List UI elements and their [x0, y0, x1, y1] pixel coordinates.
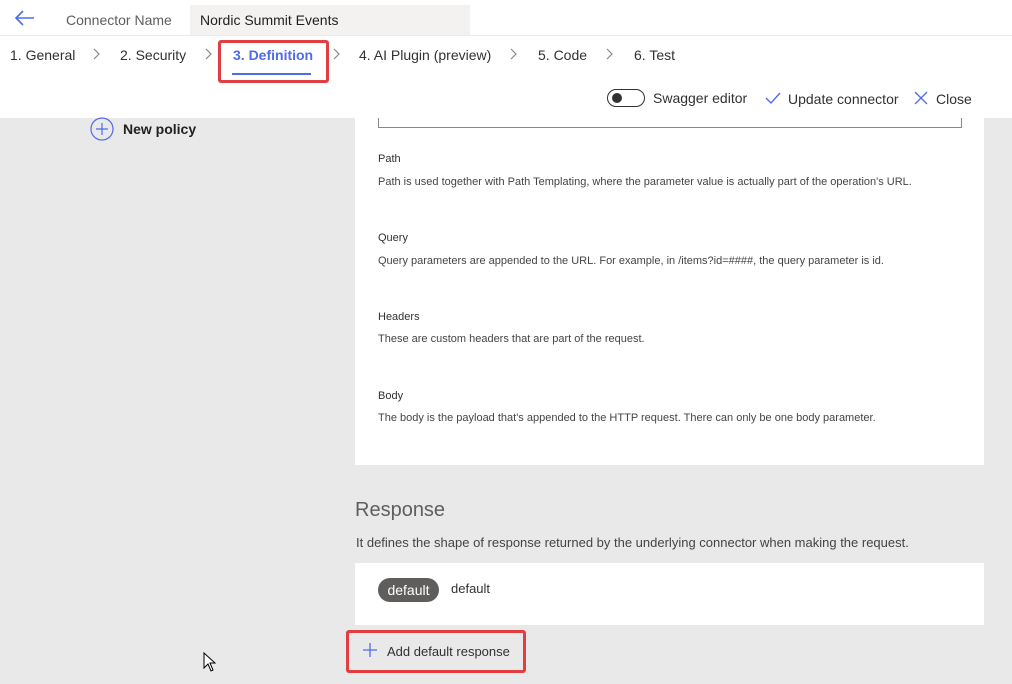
toggle-knob: [612, 93, 622, 103]
param-query-description: Query parameters are appended to the URL…: [378, 255, 884, 267]
param-headers-title: Headers: [378, 311, 420, 323]
param-path-description: Path is used together with Path Templati…: [378, 176, 912, 188]
param-headers-description: These are custom headers that are part o…: [378, 333, 645, 345]
tab-code[interactable]: 5. Code: [538, 47, 587, 63]
tab-ai-plugin[interactable]: 4. AI Plugin (preview): [359, 47, 491, 63]
tab-general[interactable]: 1. General: [10, 47, 75, 63]
header-divider: [0, 35, 1012, 36]
chevron-right-icon: [205, 48, 212, 60]
close-button[interactable]: Close: [936, 91, 972, 107]
response-description: It defines the shape of response returne…: [356, 535, 909, 550]
chevron-right-icon: [333, 48, 340, 60]
code-field[interactable]: [378, 118, 962, 128]
response-default-label: default: [451, 581, 491, 596]
update-connector-button[interactable]: Update connector: [788, 91, 899, 107]
mouse-cursor-icon: [203, 652, 217, 672]
swagger-editor-toggle[interactable]: [607, 89, 645, 107]
param-body-title: Body: [378, 390, 404, 402]
tab-definition-highlight: [218, 40, 329, 83]
param-query-title: Query: [378, 232, 408, 244]
chevron-right-icon: [606, 48, 613, 60]
add-default-response-label[interactable]: Add default response: [387, 644, 510, 659]
param-body-description: The body is the payload that's appended …: [378, 412, 876, 424]
connector-name-label: Connector Name: [66, 12, 172, 28]
new-policy-button[interactable]: New policy: [123, 121, 196, 137]
param-path-title: Path: [378, 153, 401, 165]
response-heading: Response: [355, 499, 446, 521]
tab-test[interactable]: 6. Test: [634, 47, 675, 63]
add-circle-icon[interactable]: [90, 117, 114, 141]
close-icon[interactable]: [914, 91, 928, 105]
back-arrow-icon[interactable]: [14, 8, 36, 28]
response-card: [355, 563, 984, 625]
plus-icon[interactable]: [362, 642, 378, 658]
response-default-pill[interactable]: default: [378, 578, 439, 602]
chevron-right-icon: [510, 48, 517, 60]
chevron-right-icon: [93, 48, 100, 60]
tab-security[interactable]: 2. Security: [120, 47, 186, 63]
swagger-editor-label[interactable]: Swagger editor: [653, 90, 747, 106]
connector-name-field[interactable]: Nordic Summit Events: [190, 5, 470, 35]
checkmark-icon[interactable]: [765, 91, 781, 105]
